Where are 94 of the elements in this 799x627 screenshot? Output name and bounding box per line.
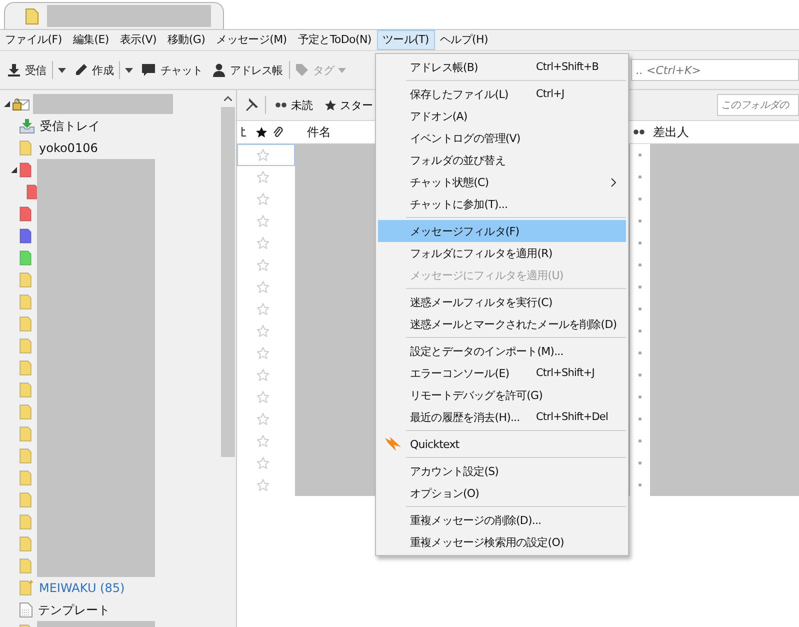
read-dot-icon[interactable] — [638, 351, 642, 355]
menu-item[interactable]: ツール(T) — [377, 30, 435, 50]
menu-item[interactable]: 迷惑メールとマークされたメールを削除(D) — [378, 313, 626, 335]
menu-item[interactable]: 重複メッセージの削除(D)... — [378, 509, 626, 531]
read-dot-icon[interactable] — [638, 329, 642, 333]
read-dot-icon[interactable] — [638, 307, 642, 311]
filter-button[interactable]: 未読 — [272, 96, 316, 114]
glasses-icon — [275, 102, 287, 108]
read-dot-icon[interactable] — [638, 241, 642, 245]
folder-name[interactable]: MEIWAKU (85) — [39, 581, 125, 595]
menu-item[interactable]: Quicktext — [378, 433, 626, 455]
star-icon[interactable] — [257, 479, 269, 491]
search-field[interactable]: .. <Ctrl+K> — [631, 59, 799, 81]
download-icon — [7, 63, 21, 77]
menu-item[interactable]: 重複メッセージ検索用の設定(O) — [378, 531, 626, 553]
read-dot-icon[interactable] — [638, 461, 642, 465]
menu-item[interactable]: メッセージフィルタ(F) — [378, 220, 626, 242]
read-dot-icon[interactable] — [638, 219, 642, 223]
read-dot-icon[interactable] — [638, 439, 642, 443]
mail-account-icon — [12, 96, 30, 112]
star-icon[interactable] — [257, 413, 269, 425]
filter-button[interactable]: スター — [322, 96, 376, 114]
folder-tab[interactable] — [4, 2, 224, 29]
star-icon[interactable] — [257, 193, 269, 205]
menu-item[interactable]: オプション(O) — [378, 482, 626, 504]
menu-item[interactable]: 迷惑メールフィルタを実行(C) — [378, 291, 626, 313]
read-dot-icon[interactable] — [638, 263, 642, 267]
filter-search-field[interactable]: このフォルダの — [717, 94, 799, 116]
menu-item[interactable]: ヘルプ(H) — [434, 30, 494, 50]
folder-name[interactable]: テンプレート — [38, 602, 110, 618]
read-dot-icon[interactable] — [638, 395, 642, 399]
glasses-icon — [633, 129, 645, 135]
paperclip-icon — [273, 126, 283, 138]
folder-icon — [25, 8, 39, 24]
pencil-icon — [74, 63, 88, 77]
star-icon[interactable] — [257, 303, 269, 315]
document-icon — [19, 602, 33, 618]
read-dot-icon[interactable] — [638, 417, 642, 421]
inbox-icon — [19, 118, 35, 134]
star-icon[interactable] — [257, 171, 269, 183]
expand-triangle-icon[interactable] — [4, 101, 10, 107]
menu-item[interactable]: リモートデバッグを許可(G) — [378, 384, 626, 406]
read-dot-icon[interactable] — [638, 373, 642, 377]
folder-name[interactable]: 受信トレイ — [40, 118, 100, 134]
star-icon[interactable] — [257, 347, 269, 359]
toolbar-button[interactable]: 作成 — [71, 60, 118, 80]
toolbar-button[interactable]: アドレス帳 — [208, 60, 287, 80]
menu-item[interactable]: チャットに参加(T)... — [378, 193, 626, 215]
menu-item[interactable]: 表示(V) — [114, 30, 162, 50]
menu-item[interactable]: アドレス帳(B) Ctrl+Shift+B — [378, 56, 626, 78]
toolbar-button[interactable]: チャット — [138, 60, 207, 80]
menu-item[interactable]: チャット状態(C) — [378, 171, 626, 193]
star-icon[interactable] — [257, 325, 269, 337]
menu-item[interactable]: 編集(E) — [68, 30, 115, 50]
menu-item[interactable]: アドオン(A) — [378, 105, 626, 127]
star-icon[interactable] — [257, 435, 269, 447]
menu-item[interactable]: エラーコンソール(E) Ctrl+Shift+J — [378, 362, 626, 384]
menu-item[interactable]: 移動(G) — [162, 30, 212, 50]
menu-item[interactable]: アカウント設定(S) — [378, 460, 626, 482]
column-header[interactable]: 差出人 — [649, 121, 799, 143]
lightning-icon — [384, 436, 402, 452]
star-icon[interactable] — [257, 259, 269, 271]
menu-item[interactable]: 保存したファイル(L) Ctrl+J — [378, 83, 626, 105]
star-icon[interactable] — [257, 237, 269, 249]
thread-icon — [241, 127, 247, 137]
star-icon[interactable] — [257, 281, 269, 293]
read-dot-icon[interactable] — [638, 153, 642, 157]
star-icon[interactable] — [257, 369, 269, 381]
read-dot-icon[interactable] — [638, 483, 642, 487]
menu-item[interactable]: 予定とToDo(N) — [292, 30, 378, 50]
folder-name[interactable]: yoko0106 — [39, 141, 98, 155]
star-icon[interactable] — [257, 391, 269, 403]
read-dot-icon[interactable] — [638, 175, 642, 179]
scroll-up-icon[interactable] — [224, 96, 232, 101]
chevron-right-icon — [611, 178, 616, 186]
star-icon[interactable] — [257, 149, 269, 161]
star-icon[interactable] — [257, 215, 269, 227]
menu-item[interactable]: フォルダの並び替え — [378, 149, 626, 171]
read-dot-icon[interactable] — [638, 285, 642, 289]
star-icon — [256, 126, 267, 138]
chat-bubble-icon — [141, 63, 156, 77]
menu-item[interactable]: イベントログの管理(V) — [378, 127, 626, 149]
expand-triangle-icon[interactable] — [11, 167, 17, 173]
menu-item[interactable]: メッセージ(M) — [211, 30, 293, 50]
person-icon — [212, 63, 226, 77]
menu-item[interactable]: 最近の履歴を消去(H)... Ctrl+Shift+Del — [378, 406, 626, 428]
star-icon[interactable] — [257, 457, 269, 469]
menu-item[interactable]: ファイル(F) — [0, 30, 68, 50]
read-dot-icon[interactable] — [638, 197, 642, 201]
tag-icon — [294, 63, 309, 77]
toolbar-button[interactable]: 受信 — [4, 60, 50, 80]
menu-item[interactable]: フォルダにフィルタを適用(R) — [378, 242, 626, 264]
menu-item[interactable]: 設定とデータのインポート(M)... — [378, 340, 626, 362]
star-icon — [325, 100, 336, 110]
